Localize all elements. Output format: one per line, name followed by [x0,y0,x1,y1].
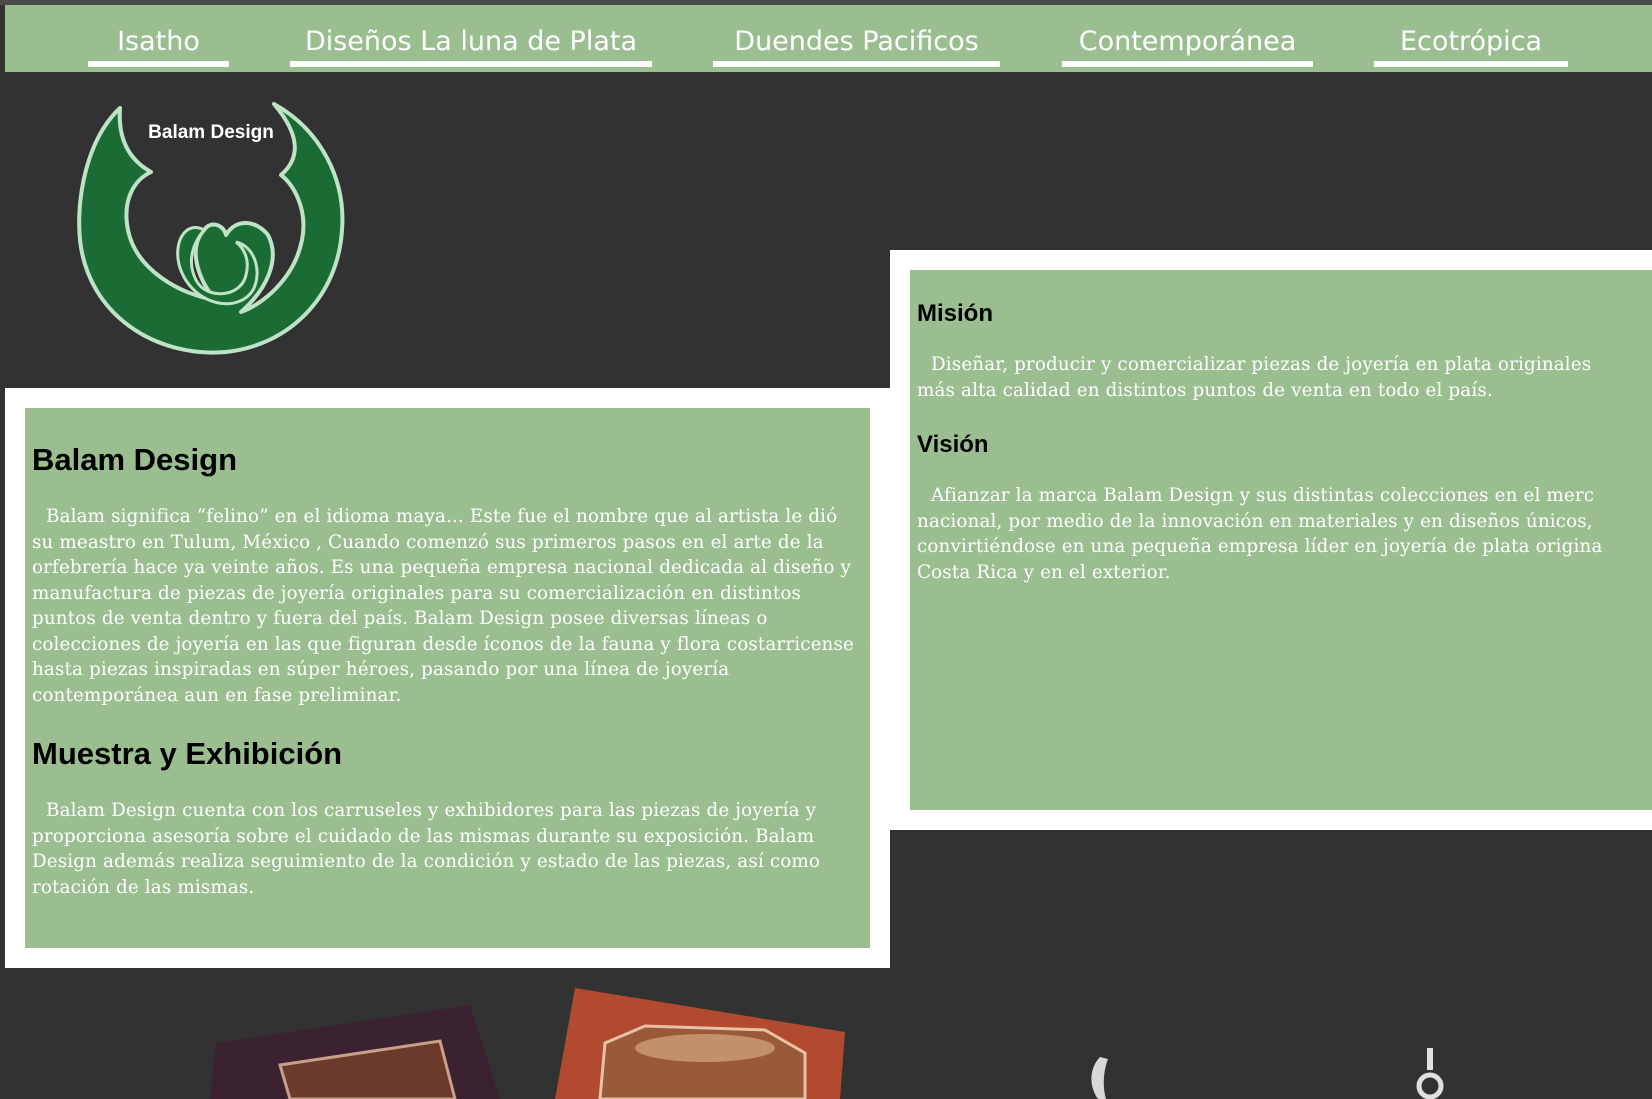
mission-vision-panel: Misión Diseñar, producir y comercializar… [910,270,1652,810]
vision-line-1: Afianzar la marca Balam Design y sus dis… [931,485,1595,506]
exhibition-body: Balam Design cuenta con los carruseles y… [32,800,821,898]
vision-line-2: nacional, por medio de la innovación en … [917,510,1593,532]
about-title: Balam Design [32,442,238,477]
top-navigation-bar: Isatho Diseños La luna de Plata Duendes … [5,5,1652,72]
vision-title: Visión [917,431,989,458]
jewelry-photo-octagon[interactable] [555,988,845,1099]
about-body: Balam significa “felino” en el idioma ma… [32,506,854,706]
jewelry-photo-box[interactable] [210,1005,500,1099]
nav-item-duendes-pacificos[interactable]: Duendes Pacificos [713,5,1000,67]
nav-item-ecotropica[interactable]: Ecotrópica [1374,5,1568,67]
mission-title: Misión [917,300,993,327]
mission-line-1: Diseñar, producir y comercializar piezas… [931,354,1592,375]
nav-item-luna-de-plata[interactable]: Diseños La luna de Plata [290,5,652,67]
exhibition-title: Muestra y Exhibición [32,736,343,771]
nav-item-contemporanea[interactable]: Contemporánea [1062,5,1313,67]
logo-text: Balam Design [148,122,274,143]
silver-pendant-photo-2[interactable] [1412,1048,1448,1099]
nav-item-isatho[interactable]: Isatho [88,5,229,67]
about-panel: Balam Design Balam significa “felino” en… [25,408,870,948]
vision-line-3: convirtiéndose en una pequeña empresa lí… [917,536,1603,557]
vision-line-4: Costa Rica y en el exterior. [917,561,1171,583]
balam-design-logo[interactable]: Balam Design [76,100,346,360]
silver-pendant-photo-1[interactable] [1080,1055,1120,1099]
mission-line-2: más alta calidad en distintos puntos de … [917,379,1493,401]
